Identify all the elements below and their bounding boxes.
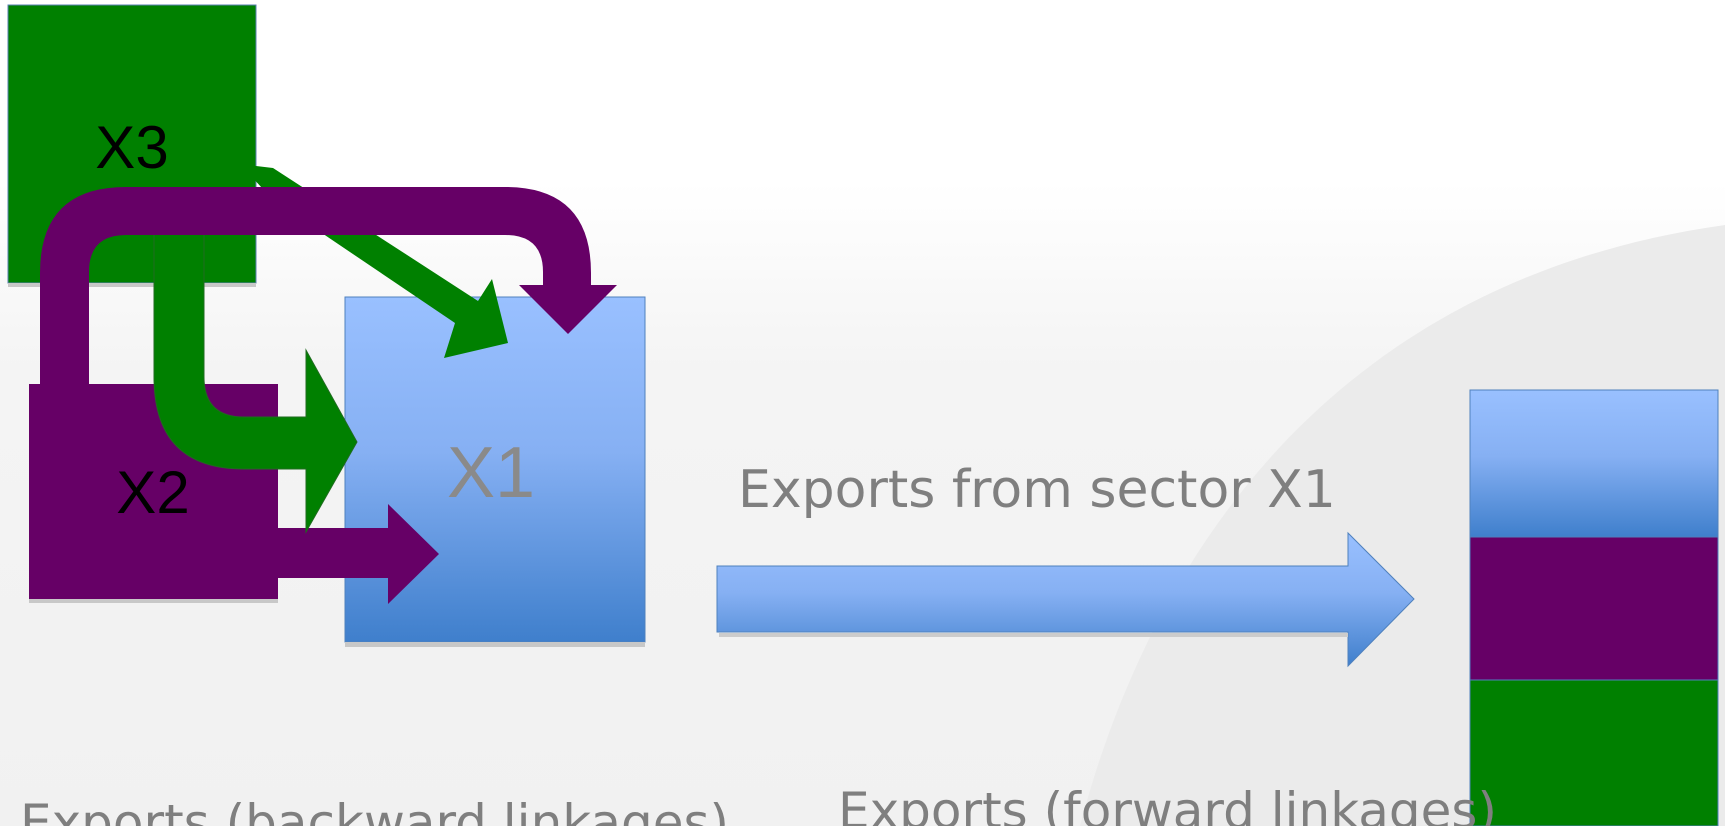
backward-linkages-label: Exports (backward linkages) <box>20 794 729 826</box>
linkage-diagram: X3 X1 X2 Exports from sector X1 Exports … <box>0 0 1725 826</box>
stacked-bar-x1-segment <box>1469 389 1719 538</box>
stacked-bar-x2-segment <box>1469 536 1719 681</box>
stacked-bar <box>1469 389 1719 826</box>
x1-box-shadow <box>345 642 645 647</box>
stacked-bar-x3-segment <box>1469 679 1719 826</box>
x3-label: X3 <box>95 114 168 181</box>
x2-box-shadow <box>29 599 278 603</box>
forward-linkages-label: Exports (forward linkages) <box>838 782 1497 826</box>
slide: X3 X1 X2 Exports from sector X1 Exports … <box>0 0 1725 826</box>
exports-from-sector-label: Exports from sector X1 <box>738 460 1336 520</box>
exports-arrow-shadow <box>719 633 1348 637</box>
x1-label: X1 <box>447 433 535 513</box>
x2-label: X2 <box>116 459 189 526</box>
